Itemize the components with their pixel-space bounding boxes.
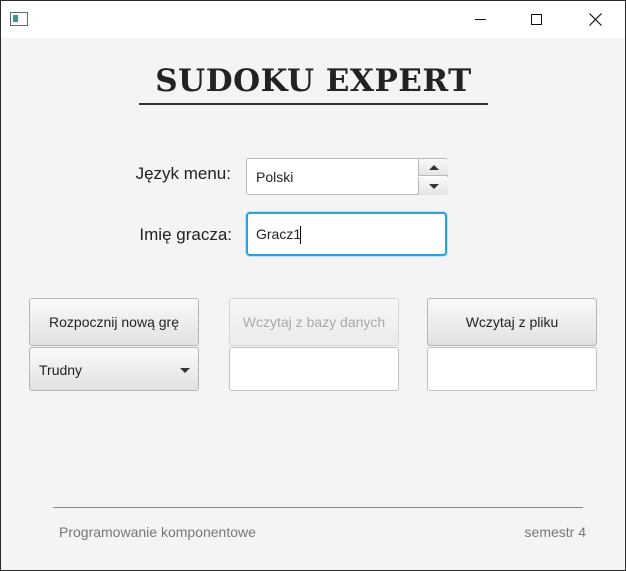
footer-divider xyxy=(53,507,583,508)
maximize-icon xyxy=(530,14,542,25)
close-icon xyxy=(588,13,602,26)
text-caret xyxy=(300,226,301,244)
app-window-icon xyxy=(10,12,28,26)
minimize-icon xyxy=(474,19,486,20)
title-bar[interactable] xyxy=(1,1,625,38)
new-game-button[interactable]: Rozpocznij nową grę xyxy=(29,298,199,346)
close-button[interactable] xyxy=(572,1,618,38)
page-title: SUDOKU EXPERT xyxy=(155,63,472,99)
load-from-database-button[interactable]: Wczytaj z bazy danych xyxy=(229,298,399,346)
load-from-file-button[interactable]: Wczytaj z pliku xyxy=(427,298,597,346)
arrow-up-icon xyxy=(428,164,439,170)
maximize-button[interactable] xyxy=(513,1,559,38)
spinner-decrement-button[interactable] xyxy=(418,177,448,195)
footer-semester-label: semestr 4 xyxy=(524,524,586,540)
difficulty-combobox[interactable]: Trudny xyxy=(29,347,199,391)
minimize-button[interactable] xyxy=(457,1,503,38)
language-value: Polski xyxy=(256,169,294,185)
player-name-label: Imię gracza: xyxy=(139,225,232,244)
chevron-down-icon xyxy=(180,368,190,373)
footer-course-label: Programowanie komponentowe xyxy=(59,524,256,540)
spinner-increment-button[interactable] xyxy=(418,159,448,176)
language-spinner[interactable]: Polski xyxy=(246,158,448,195)
database-field[interactable] xyxy=(229,347,399,391)
title-underline xyxy=(139,103,488,105)
player-name-input[interactable] xyxy=(246,212,447,256)
language-label: Język menu: xyxy=(135,164,231,183)
difficulty-value: Trudny xyxy=(39,362,83,378)
app-window: SUDOKU EXPERT Język menu: Polski Imię gr… xyxy=(0,0,626,571)
arrow-down-icon xyxy=(428,183,439,189)
file-field[interactable] xyxy=(427,347,597,391)
